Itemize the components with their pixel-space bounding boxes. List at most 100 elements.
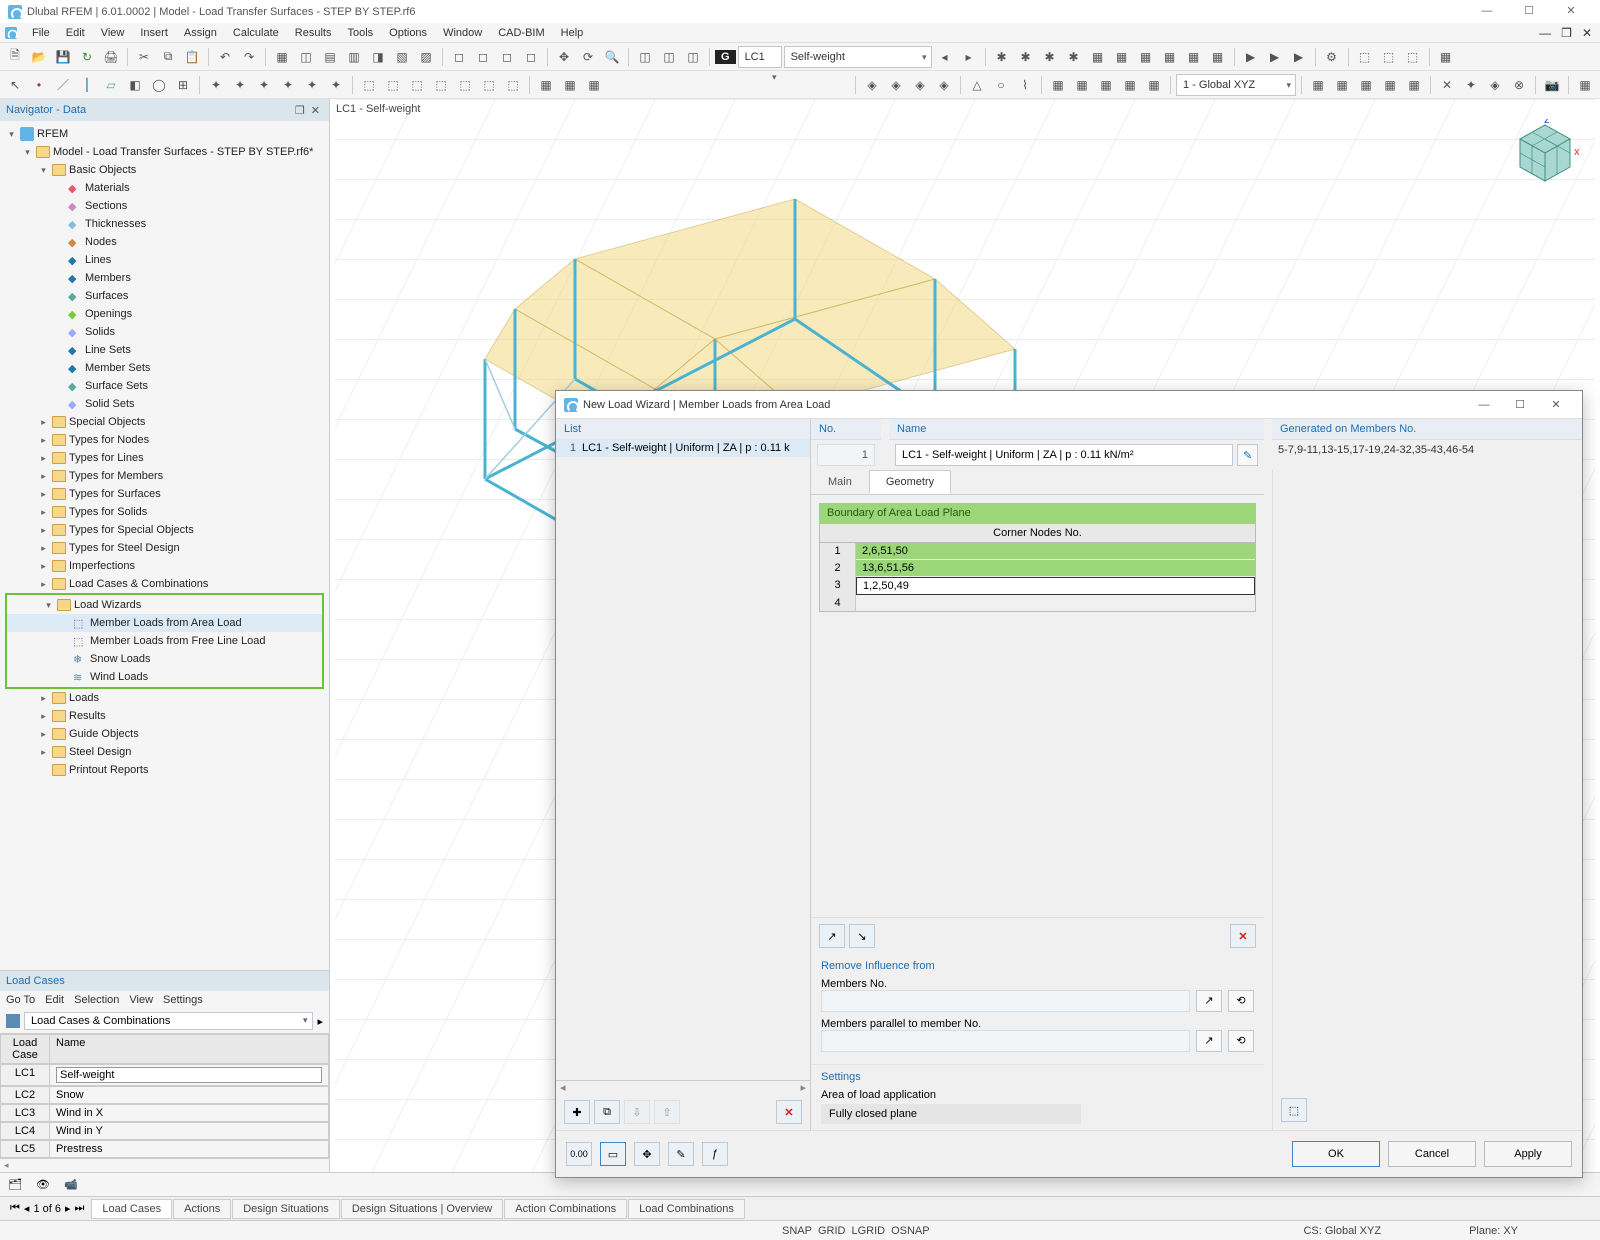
pick-icon[interactable]: ✎ bbox=[668, 1142, 694, 1166]
dialog-minimize-icon[interactable]: — bbox=[1466, 399, 1502, 411]
list-export-icon[interactable]: ⇧ bbox=[654, 1100, 680, 1124]
num-5-icon[interactable]: ▦ bbox=[1143, 74, 1165, 96]
window-3-icon[interactable]: ◫ bbox=[682, 46, 704, 68]
modify-5-icon[interactable]: ✦ bbox=[301, 74, 323, 96]
view-cube-icon[interactable]: xz bbox=[1510, 119, 1580, 189]
tree-wizard-area-load[interactable]: Member Loads from Area Load bbox=[90, 617, 242, 629]
tree-item[interactable]: Special Objects bbox=[69, 416, 145, 428]
undo-icon[interactable]: ↶ bbox=[214, 46, 236, 68]
grid-icon[interactable]: ▦ bbox=[271, 46, 293, 68]
ok-button[interactable]: OK bbox=[1292, 1141, 1380, 1167]
vw-b-icon[interactable]: ▦ bbox=[1331, 74, 1353, 96]
opening-icon[interactable]: ◯ bbox=[148, 74, 170, 96]
lc-view[interactable]: View bbox=[129, 994, 153, 1006]
edit-4-icon[interactable]: ⬚ bbox=[430, 74, 452, 96]
window-2-icon[interactable]: ◫ bbox=[658, 46, 680, 68]
lc-combo-dropdown[interactable]: Load Cases & Combinations bbox=[24, 1012, 313, 1030]
tab-geometry[interactable]: Geometry bbox=[869, 470, 951, 494]
tab-action-combinations[interactable]: Action Combinations bbox=[504, 1199, 627, 1219]
lc-row[interactable]: Prestress bbox=[50, 1140, 329, 1158]
tree-item[interactable]: Surfaces bbox=[85, 290, 128, 302]
geom-row-3[interactable]: 1,2,50,49 bbox=[856, 577, 1255, 595]
tree-item[interactable]: Solids bbox=[85, 326, 115, 338]
tree-rfem[interactable]: RFEM bbox=[37, 128, 68, 140]
edit-1-icon[interactable]: ⬚ bbox=[358, 74, 380, 96]
view-z-icon[interactable]: ◈ bbox=[933, 74, 955, 96]
dialog-maximize-icon[interactable]: ☐ bbox=[1502, 398, 1538, 411]
set-icon[interactable]: ⊞ bbox=[172, 74, 194, 96]
tool-d-icon[interactable]: ▦ bbox=[1435, 46, 1457, 68]
lc-settings[interactable]: Settings bbox=[163, 994, 203, 1006]
result-2-icon[interactable]: ✱ bbox=[1015, 46, 1037, 68]
mesh-2-icon[interactable]: ▦ bbox=[559, 74, 581, 96]
paste-icon[interactable]: 📋 bbox=[181, 46, 203, 68]
mdi-restore-icon[interactable]: ❐ bbox=[1557, 26, 1576, 40]
result-8-icon[interactable]: ▦ bbox=[1159, 46, 1181, 68]
menu-view[interactable]: View bbox=[94, 25, 132, 41]
menu-edit[interactable]: Edit bbox=[59, 25, 92, 41]
help-icon[interactable]: ✥ bbox=[634, 1142, 660, 1166]
zoom-icon[interactable]: 🔍 bbox=[601, 46, 623, 68]
tree-item[interactable]: Types for Lines bbox=[69, 452, 144, 464]
result-6-icon[interactable]: ▦ bbox=[1111, 46, 1133, 68]
members-par-pick-icon[interactable]: ↗ bbox=[1196, 1030, 1222, 1052]
calc-icon[interactable]: ⚙ bbox=[1321, 46, 1343, 68]
visibility-1-icon[interactable]: ◻ bbox=[448, 46, 470, 68]
maximize-button[interactable]: ☐ bbox=[1508, 1, 1550, 22]
tree-item[interactable]: Openings bbox=[85, 308, 132, 320]
tree-wizard-wind[interactable]: Wind Loads bbox=[90, 671, 148, 683]
lc-row[interactable]: Wind in Y bbox=[50, 1122, 329, 1140]
rotate-icon[interactable]: ⟳ bbox=[577, 46, 599, 68]
line-icon[interactable]: ／ bbox=[52, 74, 74, 96]
menu-options[interactable]: Options bbox=[382, 25, 434, 41]
geom-row-4[interactable] bbox=[856, 595, 1255, 611]
lc-row[interactable] bbox=[50, 1064, 329, 1086]
status-lgrid[interactable]: LGRID bbox=[851, 1225, 885, 1237]
cancel-button[interactable]: Cancel bbox=[1388, 1141, 1476, 1167]
list-new-icon[interactable]: ✚ bbox=[564, 1100, 590, 1124]
script-icon[interactable]: ƒ bbox=[702, 1142, 728, 1166]
tree-wizard-snow[interactable]: Snow Loads bbox=[90, 653, 151, 665]
members-parallel-input[interactable] bbox=[821, 1030, 1190, 1052]
tree-item[interactable]: Line Sets bbox=[85, 344, 131, 356]
tree-load-wizards[interactable]: Load Wizards bbox=[74, 599, 141, 611]
menu-tools[interactable]: Tools bbox=[340, 25, 380, 41]
edit-7-icon[interactable]: ⬚ bbox=[502, 74, 524, 96]
menu-cadbim[interactable]: CAD-BIM bbox=[491, 25, 551, 41]
lc-name-dropdown[interactable]: Self-weight bbox=[784, 46, 932, 68]
dialog-titlebar[interactable]: New Load Wizard | Member Loads from Area… bbox=[556, 391, 1582, 419]
members-pick-icon[interactable]: ↗ bbox=[1196, 990, 1222, 1012]
tab-actions[interactable]: Actions bbox=[173, 1199, 231, 1219]
vw-a-icon[interactable]: ▦ bbox=[1307, 74, 1329, 96]
pager-next-icon[interactable]: ▸ bbox=[65, 1202, 71, 1215]
lc-next-icon[interactable]: ▸ bbox=[958, 46, 980, 68]
tree-basic-objects[interactable]: Basic Objects bbox=[69, 164, 136, 176]
result-5-icon[interactable]: ▦ bbox=[1087, 46, 1109, 68]
tab-load-cases[interactable]: Load Cases bbox=[91, 1199, 172, 1219]
pager-prev-icon[interactable]: ◂ bbox=[24, 1202, 30, 1215]
lc-name-input[interactable] bbox=[56, 1067, 322, 1083]
list-copy-icon[interactable]: ⧉ bbox=[594, 1100, 620, 1124]
snap-d-icon[interactable]: ⊗ bbox=[1508, 74, 1530, 96]
vw-c-icon[interactable]: ▦ bbox=[1355, 74, 1377, 96]
coord-system-dropdown[interactable]: 1 - Global XYZ bbox=[1176, 74, 1296, 96]
navigator-tree[interactable]: ▾RFEM ▾Model - Load Transfer Surfaces - … bbox=[0, 121, 329, 783]
mesh-3-icon[interactable]: ▦ bbox=[583, 74, 605, 96]
members-undo-icon[interactable]: ⟲ bbox=[1228, 990, 1254, 1012]
cut-icon[interactable]: ✂ bbox=[133, 46, 155, 68]
members-par-undo-icon[interactable]: ⟲ bbox=[1228, 1030, 1254, 1052]
navigator-float-icon[interactable]: ❐ bbox=[292, 104, 308, 117]
tree-item[interactable]: Member Sets bbox=[85, 362, 150, 374]
list-import-icon[interactable]: ⇩ bbox=[624, 1100, 650, 1124]
tree-item[interactable]: Types for Members bbox=[69, 470, 163, 482]
tab-design-overview[interactable]: Design Situations | Overview bbox=[341, 1199, 503, 1219]
view-x-icon[interactable]: ◈ bbox=[885, 74, 907, 96]
tool-a-icon[interactable]: ⬚ bbox=[1354, 46, 1376, 68]
name-input[interactable] bbox=[895, 444, 1233, 466]
lc-next-icon[interactable]: ▸ bbox=[317, 1015, 323, 1028]
display-4-icon[interactable]: ◨ bbox=[367, 46, 389, 68]
units-icon[interactable]: 0.00 bbox=[566, 1142, 592, 1166]
tree-item[interactable]: Thicknesses bbox=[85, 218, 146, 230]
tree-item[interactable]: Results bbox=[69, 710, 106, 722]
result-10-icon[interactable]: ▦ bbox=[1207, 46, 1229, 68]
